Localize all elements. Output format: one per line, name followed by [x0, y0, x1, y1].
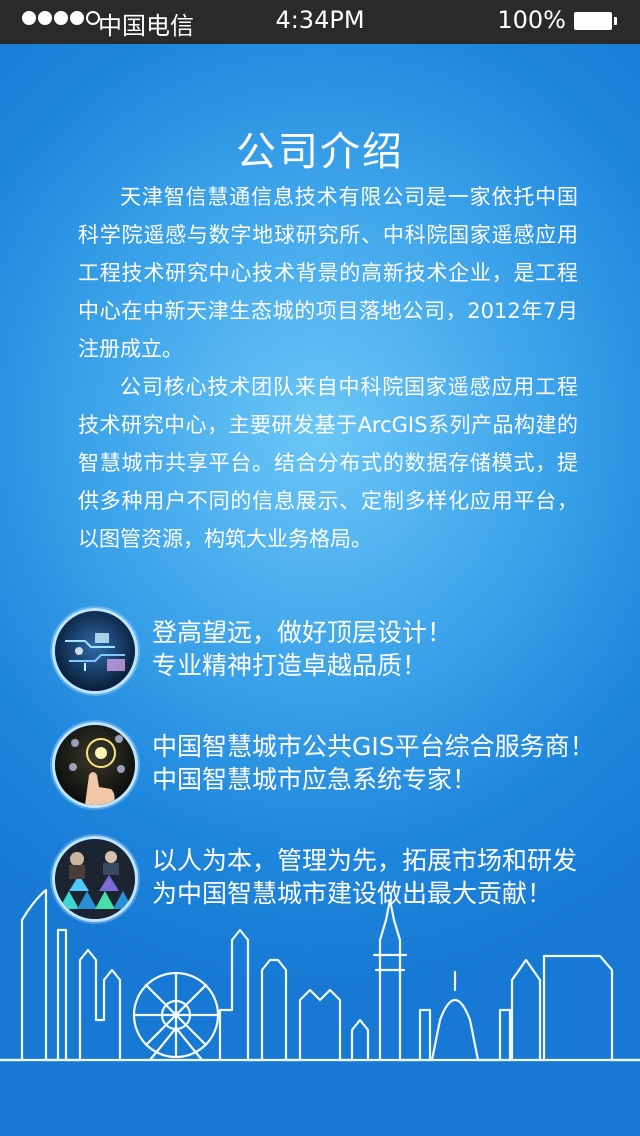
feature-item: 登高望远，做好顶层设计！ 专业精神打造卓越品质！ — [52, 608, 640, 694]
page-title: 公司介绍 — [236, 128, 404, 175]
battery-icon — [574, 12, 617, 30]
battery-percent: 100% — [497, 6, 566, 34]
feature-line: 专业精神打造卓越品质！ — [152, 651, 428, 680]
feature-item: 中国智慧城市公共GIS平台综合服务商！ 中国智慧城市应急系统专家！ — [52, 722, 640, 808]
status-bar: 中国电信 4:34PM 100% — [0, 0, 640, 44]
feature-line: 中国智慧城市公共GIS平台综合服务商！ — [152, 732, 595, 761]
intro-paragraph: 天津智信慧通信息技术有限公司是一家依托中国科学院遥感与数字地球研究所、中科院国家… — [78, 185, 578, 361]
touch-hand-icon — [52, 722, 138, 808]
circuit-board-icon — [52, 608, 138, 694]
intro-paragraph: 公司核心技术团队来自中科院国家遥感应用工程技术研究中心，主要研发基于ArcGIS… — [78, 375, 578, 551]
feature-line: 中国智慧城市应急系统专家！ — [152, 765, 478, 794]
company-intro: 天津智信慧通信息技术有限公司是一家依托中国科学院遥感与数字地球研究所、中科院国家… — [78, 178, 578, 558]
city-skyline-illustration — [0, 888, 640, 1062]
feature-line: 登高望远，做好顶层设计！ — [152, 618, 453, 647]
